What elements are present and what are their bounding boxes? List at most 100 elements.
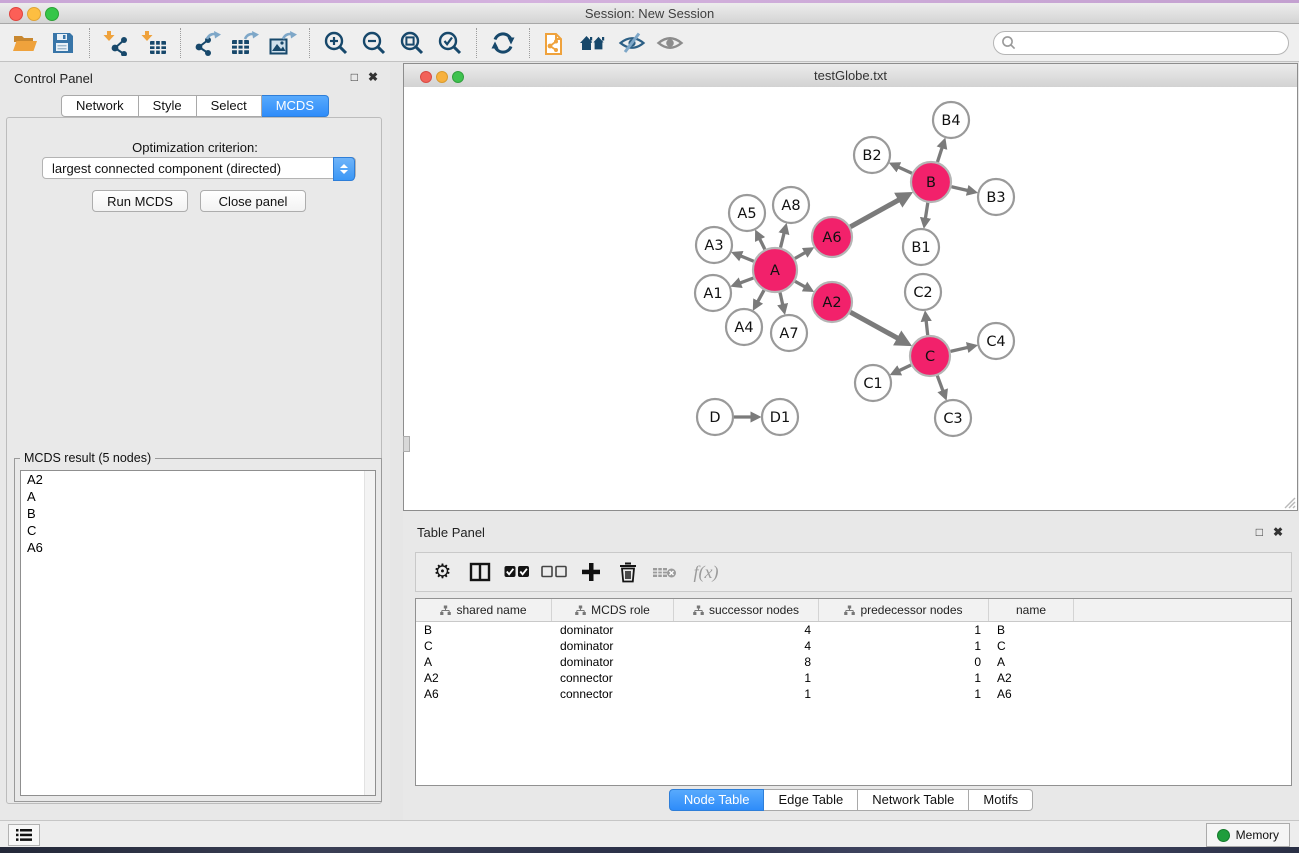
delete-column-icon[interactable] <box>609 557 646 587</box>
zoom-fit-icon[interactable] <box>393 27 431 59</box>
main-titlebar[interactable]: Session: New Session <box>0 3 1299 24</box>
table-cell[interactable]: A6 <box>989 686 1074 702</box>
table-row[interactable]: Adominator80A <box>416 654 1291 670</box>
close-panel-icon[interactable]: ✖ <box>368 70 378 84</box>
float-table-panel-icon[interactable]: □ <box>1256 525 1263 539</box>
select-all-rows-icon[interactable] <box>498 557 535 587</box>
task-history-button[interactable] <box>8 824 40 846</box>
graph-edge-B-B3[interactable] <box>951 187 972 192</box>
table-cell[interactable]: 1 <box>674 670 819 686</box>
first-neighbors-icon[interactable] <box>575 27 613 59</box>
table-cell[interactable]: 1 <box>819 638 989 654</box>
dropdown-stepper-icon[interactable] <box>333 157 355 181</box>
export-network-icon[interactable] <box>188 27 226 59</box>
graph-edge-C-C3[interactable] <box>937 376 944 396</box>
export-table-icon[interactable] <box>226 27 264 59</box>
memory-button[interactable]: Memory <box>1206 823 1290 847</box>
table-cell[interactable]: 4 <box>674 622 819 638</box>
table-cell[interactable]: A6 <box>416 686 552 702</box>
graph-edge-C-C4[interactable] <box>950 346 972 351</box>
graph-edge-B-B1[interactable] <box>925 203 928 224</box>
table-cell[interactable]: dominator <box>552 622 674 638</box>
zoom-out-icon[interactable] <box>355 27 393 59</box>
table-cell[interactable]: 0 <box>819 654 989 670</box>
search-input[interactable] <box>993 31 1289 55</box>
tab-edge-table[interactable]: Edge Table <box>764 789 858 811</box>
mcds-result-item[interactable]: C <box>21 522 375 539</box>
network-window-titlebar[interactable]: testGlobe.txt <box>404 64 1297 88</box>
table-row[interactable]: Cdominator41C <box>416 638 1291 654</box>
float-panel-icon[interactable]: □ <box>351 70 358 84</box>
mcds-result-item[interactable]: B <box>21 505 375 522</box>
zoom-selected-icon[interactable] <box>431 27 469 59</box>
table-cell[interactable]: C <box>416 638 552 654</box>
table-cell[interactable]: 1 <box>819 686 989 702</box>
graph-edge-C-C1[interactable] <box>895 365 911 373</box>
table-cell[interactable]: 8 <box>674 654 819 670</box>
import-network-icon[interactable] <box>97 27 135 59</box>
delete-table-icon[interactable] <box>646 557 683 587</box>
graph-edge-A-A8[interactable] <box>780 228 785 247</box>
graph-edge-B-B2[interactable] <box>894 165 912 173</box>
show-column-icon[interactable] <box>461 557 498 587</box>
table-cell[interactable]: connector <box>552 686 674 702</box>
deselect-all-rows-icon[interactable] <box>535 557 572 587</box>
close-table-panel-icon[interactable]: ✖ <box>1273 525 1283 539</box>
tab-network[interactable]: Network <box>61 95 139 117</box>
hide-graphics-details-icon[interactable] <box>613 27 651 59</box>
graph-edge-A6-B[interactable] <box>850 196 905 227</box>
table-cell[interactable]: dominator <box>552 638 674 654</box>
column-header-successor-nodes[interactable]: successor nodes <box>674 599 819 621</box>
table-cell[interactable]: A2 <box>989 670 1074 686</box>
column-header-MCDS-role[interactable]: MCDS role <box>552 599 674 621</box>
tab-network-table[interactable]: Network Table <box>858 789 969 811</box>
tab-node-table[interactable]: Node Table <box>669 789 765 811</box>
table-settings-gear-icon[interactable]: ⚙ <box>424 557 461 587</box>
tab-select[interactable]: Select <box>197 95 262 117</box>
save-session-icon[interactable] <box>44 27 82 59</box>
mcds-result-item[interactable]: A2 <box>21 471 375 488</box>
table-cell[interactable]: A <box>416 654 552 670</box>
graph-edge-B-B4[interactable] <box>937 143 943 162</box>
close-panel-button[interactable]: Close panel <box>200 190 306 212</box>
splitter-handle[interactable] <box>403 436 410 452</box>
tab-mcds[interactable]: MCDS <box>262 95 329 117</box>
network-from-document-icon[interactable] <box>537 27 575 59</box>
table-row[interactable]: A6connector11A6 <box>416 686 1291 702</box>
table-cell[interactable]: B <box>416 622 552 638</box>
table-cell[interactable]: 1 <box>674 686 819 702</box>
graph-edge-A-A7[interactable] <box>780 292 784 309</box>
import-table-icon[interactable] <box>135 27 173 59</box>
function-builder-icon[interactable]: f(x) <box>683 557 729 587</box>
table-cell[interactable]: A2 <box>416 670 552 686</box>
table-row[interactable]: Bdominator41B <box>416 622 1291 638</box>
table-cell[interactable]: 4 <box>674 638 819 654</box>
table-cell[interactable]: dominator <box>552 654 674 670</box>
optimization-criterion-dropdown[interactable]: largest connected component (directed) <box>42 157 356 179</box>
zoom-in-icon[interactable] <box>317 27 355 59</box>
table-cell[interactable]: 1 <box>819 670 989 686</box>
graph-edge-C-C2[interactable] <box>926 316 928 335</box>
tab-motifs[interactable]: Motifs <box>969 789 1033 811</box>
add-column-icon[interactable] <box>572 557 609 587</box>
table-cell[interactable]: A <box>989 654 1074 670</box>
resize-grip-icon[interactable] <box>1284 497 1296 509</box>
table-cell[interactable]: B <box>989 622 1074 638</box>
graph-edge-A-A3[interactable] <box>736 254 754 261</box>
open-file-icon[interactable] <box>6 27 44 59</box>
mcds-result-item[interactable]: A6 <box>21 539 375 556</box>
graph-edge-A2-C[interactable] <box>850 312 904 342</box>
column-header-shared-name[interactable]: shared name <box>416 599 552 621</box>
table-cell[interactable]: 1 <box>819 622 989 638</box>
show-graphics-details-icon[interactable] <box>651 27 689 59</box>
network-canvas[interactable]: B4B2BB3A5A8A6B1A3AC2A1A2A4A7C4CC1C3DD1 <box>404 87 1297 510</box>
table-row[interactable]: A2connector11A2 <box>416 670 1291 686</box>
tab-style[interactable]: Style <box>139 95 197 117</box>
refresh-icon[interactable] <box>484 27 522 59</box>
graph-edge-A-A1[interactable] <box>736 278 754 285</box>
mcds-result-item[interactable]: A <box>21 488 375 505</box>
table-cell[interactable]: connector <box>552 670 674 686</box>
graph-edge-A-A5[interactable] <box>758 235 765 250</box>
column-header-predecessor-nodes[interactable]: predecessor nodes <box>819 599 989 621</box>
graph-edge-A-A6[interactable] <box>795 250 810 258</box>
